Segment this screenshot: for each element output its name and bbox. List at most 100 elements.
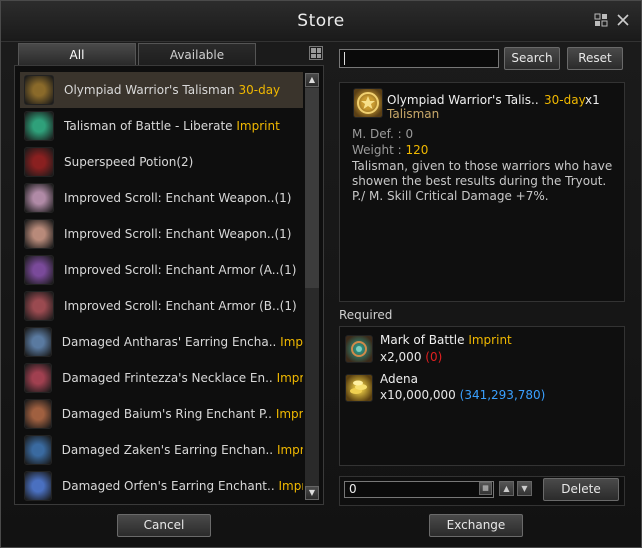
item-tag: Imprint [278, 479, 303, 493]
required-qty: x2,000 (0) [380, 350, 442, 364]
item-icon [24, 435, 52, 465]
item-tag: Imprint [276, 371, 303, 385]
talisman-icon [353, 88, 383, 118]
item-name: Olympiad Warrior's Talisman 30-day [64, 83, 280, 97]
item-name-text: Olympiad Warrior's Talisman [64, 83, 235, 97]
item-name: Talisman of Battle - Liberate Imprint [64, 119, 280, 133]
item-name-text: Improved Scroll: Enchant Weapon..(1) [64, 191, 292, 205]
detail-type: Talisman [387, 107, 440, 121]
quantity-input[interactable]: 0 [344, 481, 494, 498]
item-tag: Imprint( [276, 443, 303, 457]
item-icon [24, 327, 52, 357]
exchange-button[interactable]: Exchange [429, 514, 523, 537]
grid-view-icon[interactable] [309, 46, 323, 60]
detail-duration: 30-day [544, 93, 586, 107]
required-label: Required [339, 308, 393, 322]
list-item[interactable]: Improved Scroll: Enchant Armor (A..(1) [20, 252, 303, 288]
item-name: Improved Scroll: Enchant Armor (A..(1) [64, 263, 296, 277]
item-tag: 30-day [238, 83, 281, 97]
cancel-button[interactable]: Cancel [117, 514, 211, 537]
required-have: (0) [425, 350, 443, 364]
list-item[interactable]: Improved Scroll: Enchant Armor (B..(1) [20, 288, 303, 324]
scroll-down-icon[interactable]: ▼ [305, 486, 319, 500]
tab-all[interactable]: All [18, 43, 136, 65]
required-tag: Imprint [468, 333, 512, 347]
item-name-text: Damaged Zaken's Earring Enchan.. [61, 443, 274, 457]
item-tag: Imprint [236, 119, 280, 133]
item-name-text: Damaged Orfen's Earring Enchant.. [61, 479, 275, 493]
item-name-text: Improved Scroll: Enchant Armor (A..(1) [64, 263, 297, 277]
item-name-text: Superspeed Potion(2) [64, 155, 194, 169]
list-item[interactable]: Damaged Zaken's Earring Enchan.. Imprint… [20, 432, 303, 468]
list-item[interactable]: Superspeed Potion(2) [20, 144, 303, 180]
item-name-text: Damaged Frintezza's Necklace En.. [62, 371, 273, 385]
required-item-name: Adena [380, 372, 418, 386]
detail-mdef: M. Def. : 0 [352, 127, 414, 141]
item-name: Damaged Antharas' Earring Encha.. Imprin… [62, 335, 303, 349]
item-name: Improved Scroll: Enchant Weapon..(1) [64, 227, 291, 241]
detail-weight: Weight : 120 [352, 143, 428, 157]
item-name-text: Improved Scroll: Enchant Weapon..(1) [64, 227, 292, 241]
item-icon [24, 471, 52, 501]
reset-button[interactable]: Reset [567, 47, 623, 70]
detail-name: Olympiad Warrior's Talis.. [387, 93, 539, 107]
item-name: Damaged Frintezza's Necklace En.. Imprin… [62, 371, 303, 385]
required-have: (341,293,780) [459, 388, 546, 402]
item-name-text: Improved Scroll: Enchant Armor (B..(1) [64, 299, 297, 313]
weight-label: Weight : [352, 143, 406, 157]
item-icon [24, 363, 53, 393]
item-name-text: Damaged Baium's Ring Enchant P.. [61, 407, 272, 421]
adena-icon [345, 374, 373, 402]
mark-of-battle-icon [345, 335, 373, 363]
scroll-up-icon[interactable]: ▲ [305, 73, 319, 87]
search-input[interactable] [339, 49, 499, 68]
item-name: Improved Scroll: Enchant Armor (B..(1) [64, 299, 297, 313]
required-name: Mark of Battle [380, 333, 465, 347]
item-name: Improved Scroll: Enchant Weapon..(1) [64, 191, 291, 205]
list-item[interactable]: Improved Scroll: Enchant Weapon..(1) [20, 180, 303, 216]
weight-value: 120 [405, 143, 429, 157]
list-item[interactable]: Olympiad Warrior's Talisman 30-day [20, 72, 303, 108]
window-title: Store [297, 11, 345, 31]
required-qty: x10,000,000 (341,293,780) [380, 388, 545, 402]
increase-icon[interactable]: ▲ [499, 481, 514, 496]
delete-button[interactable]: Delete [543, 478, 619, 501]
list-item[interactable]: Damaged Frintezza's Necklace En.. Imprin… [20, 360, 303, 396]
item-name: Damaged Zaken's Earring Enchan.. Imprint… [62, 443, 303, 457]
item-name: Damaged Baium's Ring Enchant P.. Imprint… [62, 407, 303, 421]
list-item[interactable]: Damaged Antharas' Earring Encha.. Imprin… [20, 324, 303, 360]
item-name-text: Damaged Antharas' Earring Encha.. [61, 335, 277, 349]
decrease-icon[interactable]: ▼ [517, 481, 532, 496]
item-icon [24, 255, 54, 285]
description-line: showen the best results during the Tryou… [352, 174, 607, 188]
detail-description: Talisman, given to those warriors who ha… [352, 159, 612, 204]
item-name: Superspeed Potion(2) [64, 155, 193, 169]
list-item[interactable]: Damaged Baium's Ring Enchant P.. Imprint… [20, 396, 303, 432]
item-icon [24, 183, 54, 213]
title-bar: Store [1, 1, 641, 42]
item-list: Olympiad Warrior's Talisman 30-day Talism… [20, 72, 303, 504]
calculator-icon[interactable]: ▦ [479, 482, 492, 495]
close-icon[interactable] [615, 13, 631, 29]
description-line: Talisman, given to those warriors who ha… [352, 159, 613, 173]
list-item[interactable]: Damaged Orfen's Earring Enchant.. Imprin… [20, 468, 303, 504]
item-name-text: Talisman of Battle - Liberate [64, 119, 233, 133]
required-qty-value: x10,000,000 [380, 388, 456, 402]
settings-icon[interactable] [593, 13, 609, 29]
item-icon [24, 399, 52, 429]
item-icon [24, 291, 54, 321]
list-item[interactable]: Improved Scroll: Enchant Weapon..(1) [20, 216, 303, 252]
search-button[interactable]: Search [504, 47, 560, 70]
required-item-name: Mark of Battle Imprint [380, 333, 512, 347]
list-item[interactable]: Talisman of Battle - Liberate Imprint [20, 108, 303, 144]
item-icon [24, 147, 54, 177]
scrollbar-thumb[interactable] [305, 88, 319, 288]
tab-available[interactable]: Available [138, 43, 256, 65]
required-qty-value: x2,000 [380, 350, 422, 364]
item-icon [24, 75, 54, 105]
item-tag: Imprint( [275, 407, 303, 421]
detail-count: x1 [585, 93, 600, 107]
item-name: Damaged Orfen's Earring Enchant.. Imprin… [62, 479, 303, 493]
item-icon [24, 111, 54, 141]
item-icon [24, 219, 54, 249]
